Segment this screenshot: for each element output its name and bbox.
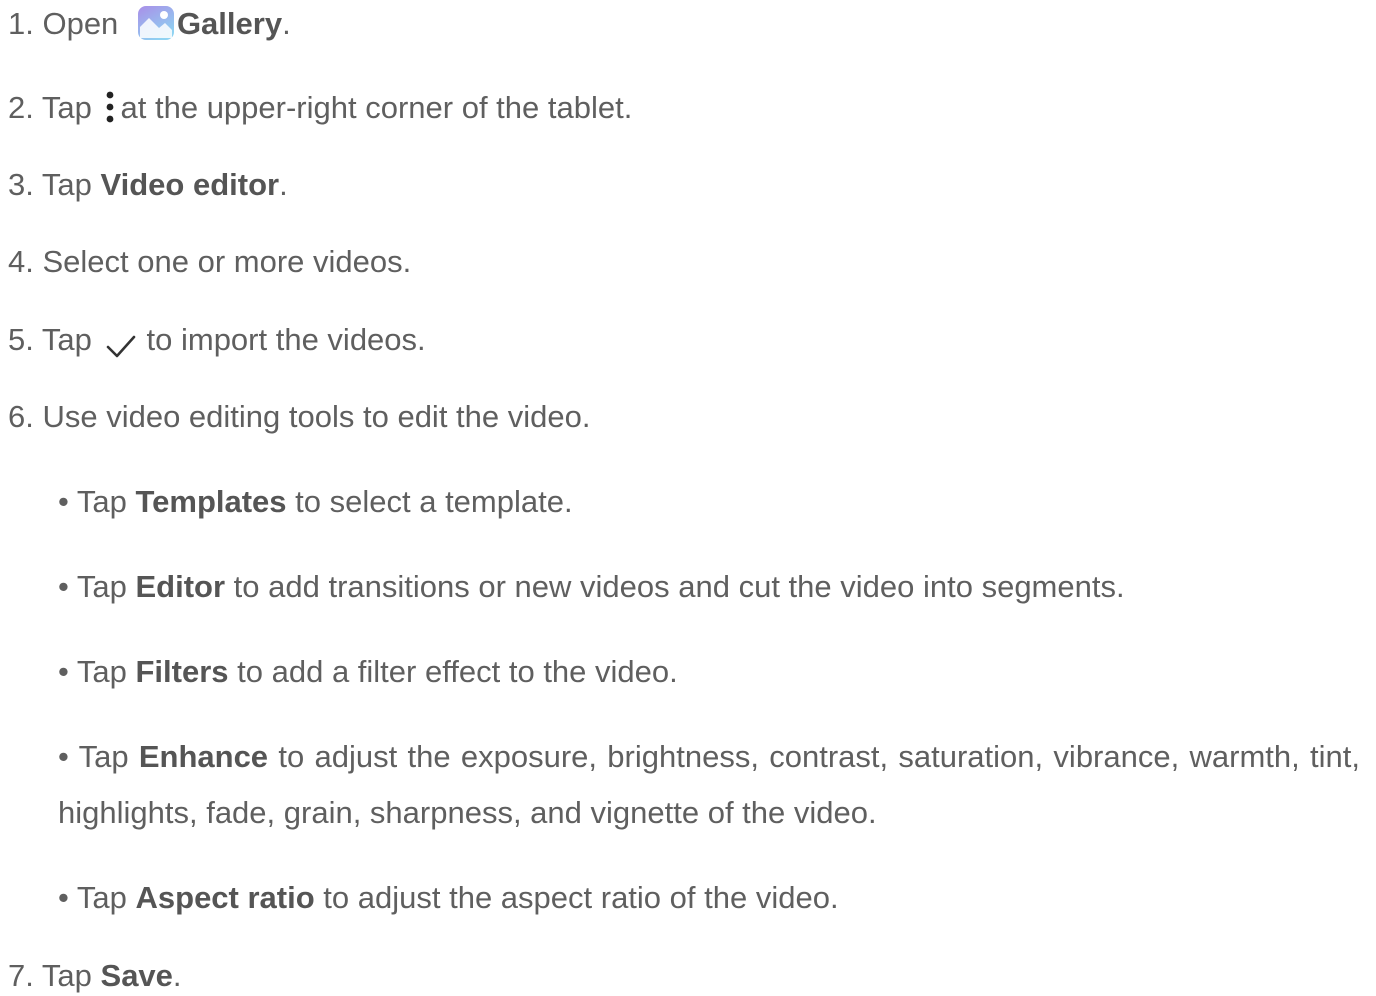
bullet-editor: • Tap Editor to add transitions or new v…: [58, 567, 1125, 607]
step-1-bold: Gallery: [176, 6, 283, 41]
bullet-aspect-ratio: • Tap Aspect ratio to adjust the aspect …: [58, 878, 839, 918]
bullet-templates: • Tap Templates to select a template.: [58, 482, 573, 522]
checkmark-icon: [105, 330, 137, 358]
bullet-filters-prefix: • Tap: [58, 654, 136, 689]
step-3: 3. Tap Video editor.: [8, 165, 288, 205]
bullet-filters: • Tap Filters to add a filter effect to …: [58, 652, 678, 692]
bullet-aspect-ratio-suffix: to adjust the aspect ratio of the video.: [314, 880, 839, 915]
step-1-suffix: .: [282, 6, 291, 41]
step-7-bold: Save: [100, 958, 173, 993]
step-4: 4. Select one or more videos.: [8, 242, 411, 282]
step-6-text: 6. Use video editing tools to edit the v…: [8, 399, 591, 434]
step-5-suffix: to import the videos.: [146, 322, 426, 357]
bullet-templates-prefix: • Tap: [58, 484, 136, 519]
bullet-editor-prefix: • Tap: [58, 569, 136, 604]
bullet-editor-suffix: to add transitions or new videos and cut…: [225, 569, 1125, 604]
bullet-enhance: • Tap Enhance to adjust the exposure, br…: [58, 729, 1360, 841]
gallery-app-icon: [137, 5, 175, 41]
step-5-prefix: 5. Tap: [8, 322, 92, 357]
bullet-editor-bold: Editor: [135, 569, 226, 604]
step-7: 7. Tap Save.: [8, 956, 182, 996]
step-7-prefix: 7. Tap: [8, 958, 101, 993]
step-1-prefix: 1. Open: [8, 6, 119, 41]
step-1: 1. Open Gallery.: [8, 4, 291, 44]
bullet-templates-bold: Templates: [135, 484, 287, 519]
bullet-filters-bold: Filters: [135, 654, 229, 689]
bullet-aspect-ratio-bold: Aspect ratio: [135, 880, 315, 915]
step-7-suffix: .: [172, 958, 182, 993]
step-3-suffix: .: [279, 167, 288, 202]
step-3-prefix: 3. Tap: [8, 167, 101, 202]
bullet-enhance-prefix: • Tap: [58, 739, 139, 774]
step-2-suffix: at the upper-right corner of the tablet.: [120, 90, 633, 125]
bullet-enhance-bold: Enhance: [138, 739, 269, 774]
bullet-aspect-ratio-prefix: • Tap: [58, 880, 136, 915]
step-4-text: 4. Select one or more videos.: [8, 244, 412, 279]
step-2-prefix: 2. Tap: [8, 90, 92, 125]
bullet-templates-suffix: to select a template.: [286, 484, 573, 519]
step-3-bold: Video editor: [100, 167, 280, 202]
step-5: 5. Tap to import the videos.: [8, 320, 426, 360]
step-2: 2. Tap at the upper-right corner of the …: [8, 88, 632, 128]
more-vertical-icon: [105, 90, 115, 124]
bullet-filters-suffix: to add a filter effect to the video.: [228, 654, 678, 689]
step-6: 6. Use video editing tools to edit the v…: [8, 397, 590, 437]
